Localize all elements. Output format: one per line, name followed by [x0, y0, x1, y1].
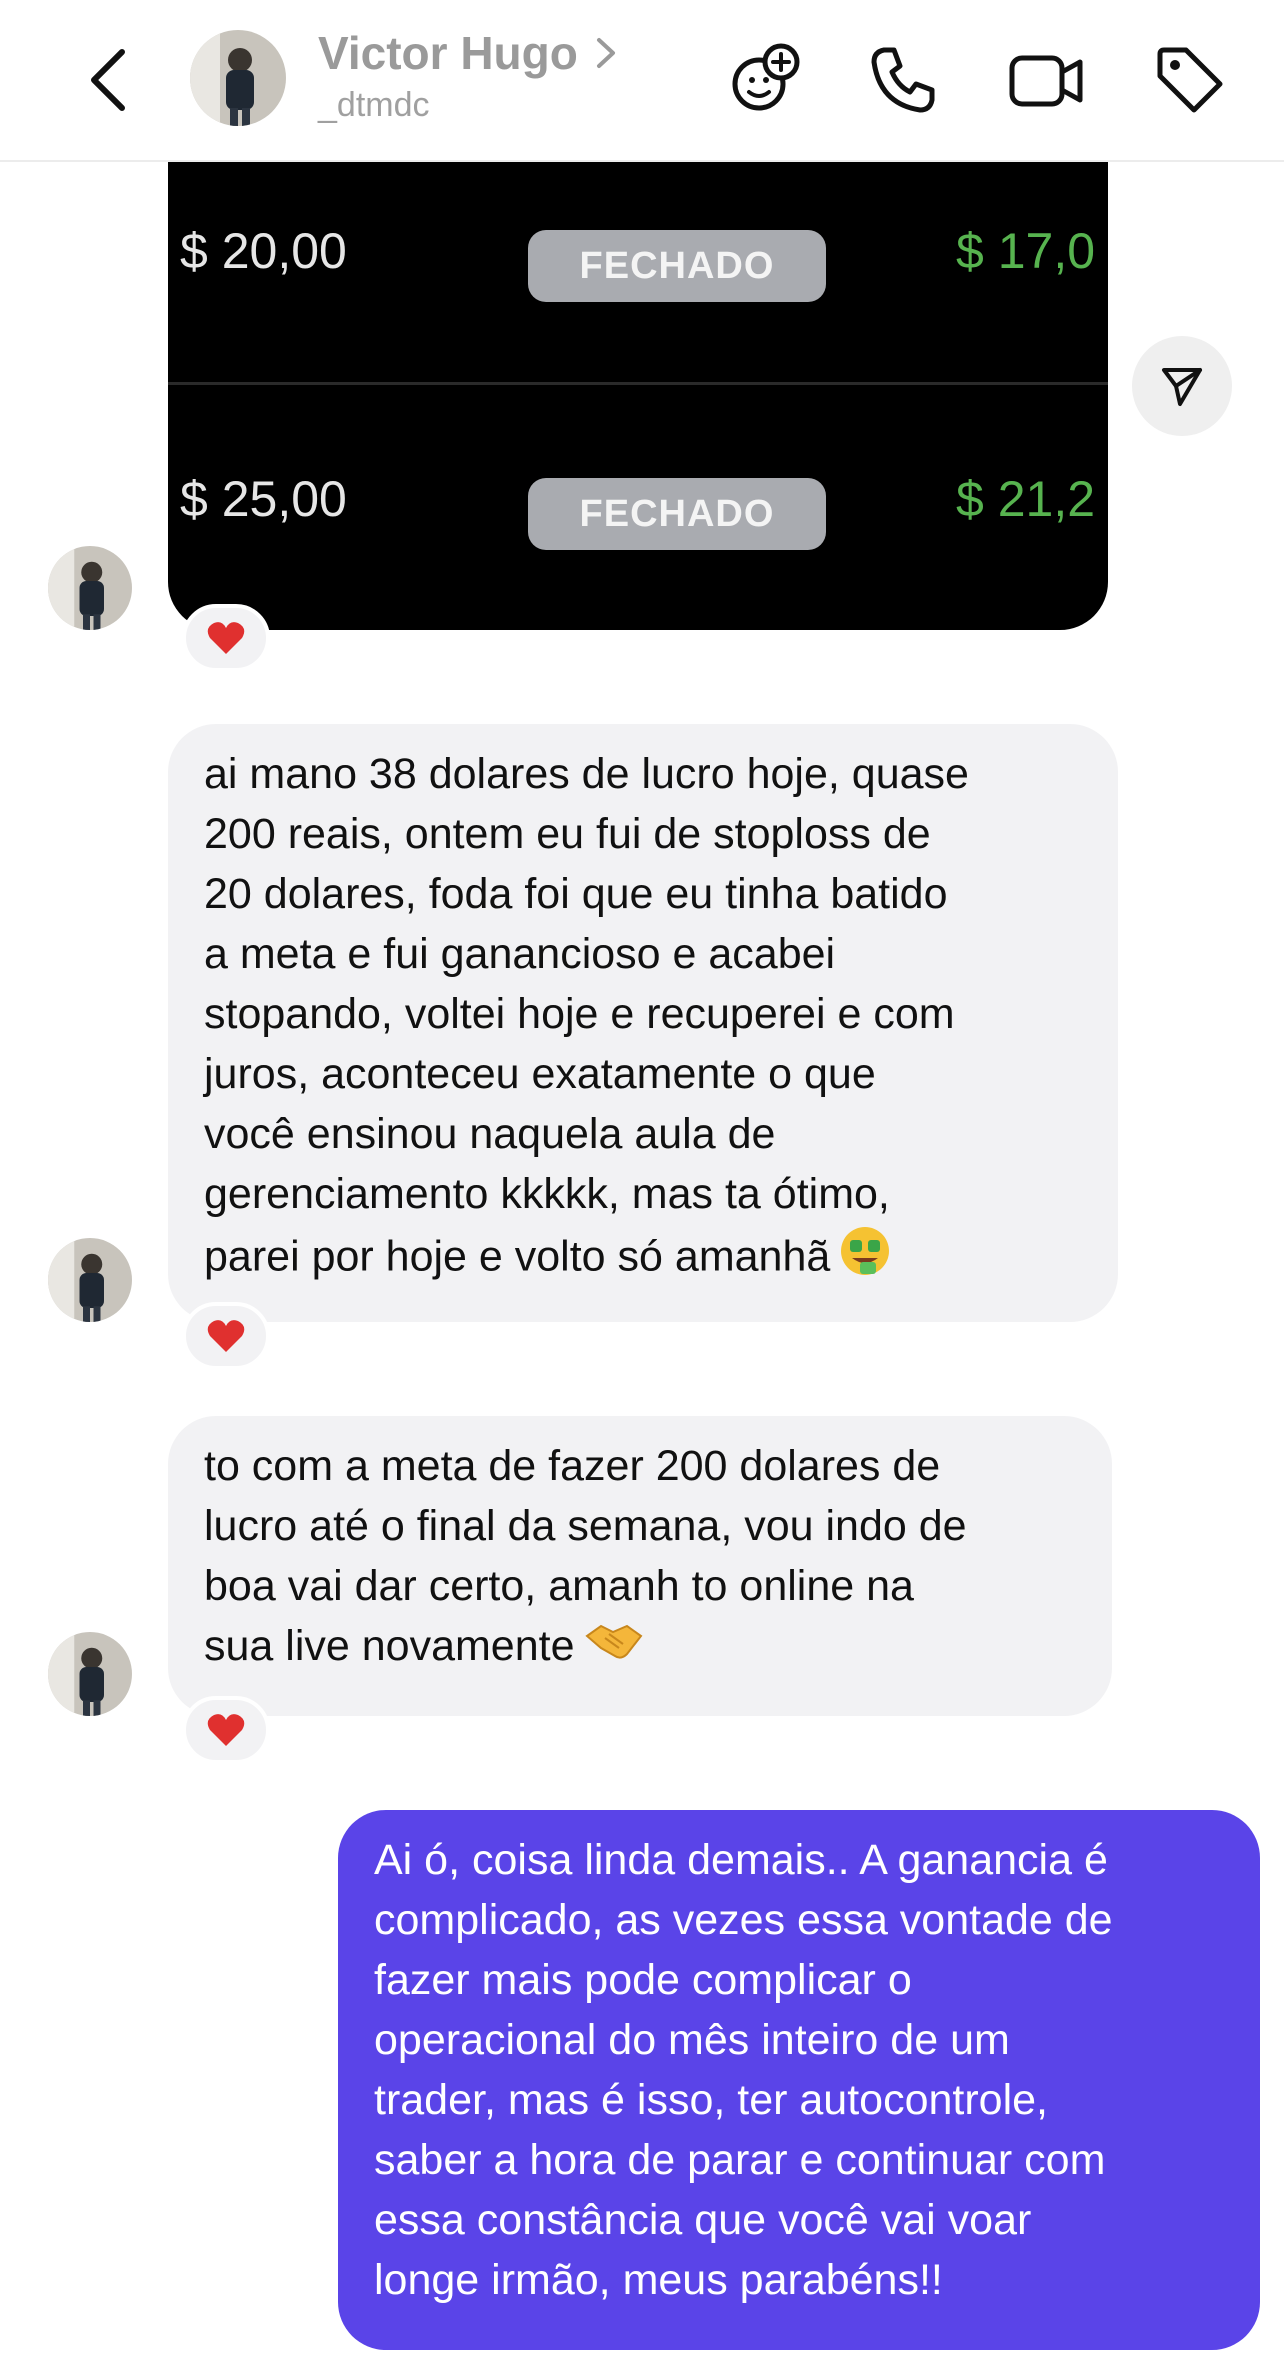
trade-row: $ 20,00 FECHADO $ 17,0 [168, 192, 1108, 312]
message-line: fazer mais pode complicar o [374, 1956, 912, 2004]
add-effect-icon [732, 43, 800, 111]
message-line: operacional do mês inteiro de um [374, 2016, 1010, 2064]
video-icon [1009, 55, 1083, 107]
chevron-right-icon [596, 38, 615, 68]
tag-icon [1157, 47, 1223, 113]
trade-profit: $ 21,2 [956, 471, 1096, 527]
message-line: stopando, voltei hoje e recuperei e com [204, 990, 955, 1038]
trade-row: $ 25,00 FECHADO $ 21,2 [168, 440, 1108, 560]
message-line: 20 dolares, foda foi que eu tinha batido [204, 870, 948, 918]
phone-icon [871, 47, 935, 113]
send-icon [1162, 368, 1202, 406]
contact-name[interactable]: Victor Hugo [318, 26, 578, 80]
message-line: trader, mas é isso, ter autocontrole, [374, 2076, 1048, 2124]
heart-icon [207, 622, 245, 654]
message-line: você ensinou naquela aula de [204, 1110, 776, 1158]
money-mouth-face-icon [838, 1224, 892, 1294]
message-line: boa vai dar certo, amanh to online na [204, 1562, 914, 1610]
back-button[interactable] [80, 40, 140, 120]
incoming-message-bubble[interactable]: ai mano 38 dolares de lucro hoje, quase … [168, 724, 1118, 1322]
heart-reaction[interactable] [182, 1696, 270, 1764]
handshake-icon [583, 1618, 645, 1680]
heart-icon [207, 1714, 245, 1746]
heart-reaction[interactable] [182, 604, 270, 672]
message-line: gerenciamento kkkkk, mas ta ótimo, [204, 1170, 890, 1218]
trade-status-badge: FECHADO [528, 230, 826, 302]
trade-screenshot-image[interactable]: $ 20,00 FECHADO $ 17,0 $ 25,00 FECHADO $… [168, 150, 1108, 630]
heart-reaction[interactable] [182, 1302, 270, 1370]
avatar-photo [48, 1632, 132, 1716]
divider [168, 382, 1108, 385]
message-line: Ai ó, coisa linda demais.. A ganancia é [374, 1836, 1108, 1884]
sender-avatar[interactable] [48, 546, 132, 630]
contact-handle: _dtmdc [318, 86, 430, 124]
message-line: 200 reais, ontem eu fui de stoploss de [204, 810, 931, 858]
message-line: to com a meta de fazer 200 dolares de [204, 1442, 941, 1490]
message-line: longe irmão, meus parabéns!! [374, 2256, 943, 2304]
add-effect-button[interactable] [725, 40, 805, 120]
share-button[interactable] [1132, 336, 1232, 436]
trade-status-badge: FECHADO [528, 478, 826, 550]
call-button[interactable] [862, 40, 942, 120]
message-line: essa constância que você vai voar [374, 2196, 1032, 2244]
message-line: a meta e fui ganancioso e acabei [204, 930, 836, 978]
tag-button[interactable] [1150, 40, 1230, 120]
contact-info[interactable]: Victor Hugo _dtmdc [318, 26, 618, 125]
trade-price: $ 25,00 [180, 471, 347, 527]
back-icon [91, 49, 125, 111]
avatar-photo [48, 1238, 132, 1322]
avatar-photo [190, 30, 286, 126]
sender-avatar[interactable] [48, 1238, 132, 1322]
trade-profit: $ 17,0 [956, 223, 1096, 279]
sender-avatar[interactable] [48, 1632, 132, 1716]
outgoing-message-bubble[interactable]: Ai ó, coisa linda demais.. A ganancia é … [338, 1810, 1260, 2350]
message-line: sua live novamente [204, 1622, 575, 1670]
video-call-button[interactable] [1006, 40, 1086, 120]
chat-header: Victor Hugo _dtmdc [0, 0, 1284, 162]
message-line: juros, aconteceu exatamente o que [204, 1050, 876, 1098]
message-line: lucro até o final da semana, vou indo de [204, 1502, 967, 1550]
avatar-photo [48, 546, 132, 630]
heart-icon [207, 1320, 245, 1352]
incoming-message-bubble[interactable]: to com a meta de fazer 200 dolares de lu… [168, 1416, 1112, 1716]
message-line: saber a hora de parar e continuar com [374, 2136, 1106, 2184]
message-line: ai mano 38 dolares de lucro hoje, quase [204, 750, 969, 798]
contact-avatar[interactable] [190, 30, 286, 126]
message-line: parei por hoje e volto só amanhã [204, 1232, 831, 1281]
message-line: complicado, as vezes essa vontade de [374, 1896, 1113, 1944]
trade-price: $ 20,00 [180, 223, 347, 279]
